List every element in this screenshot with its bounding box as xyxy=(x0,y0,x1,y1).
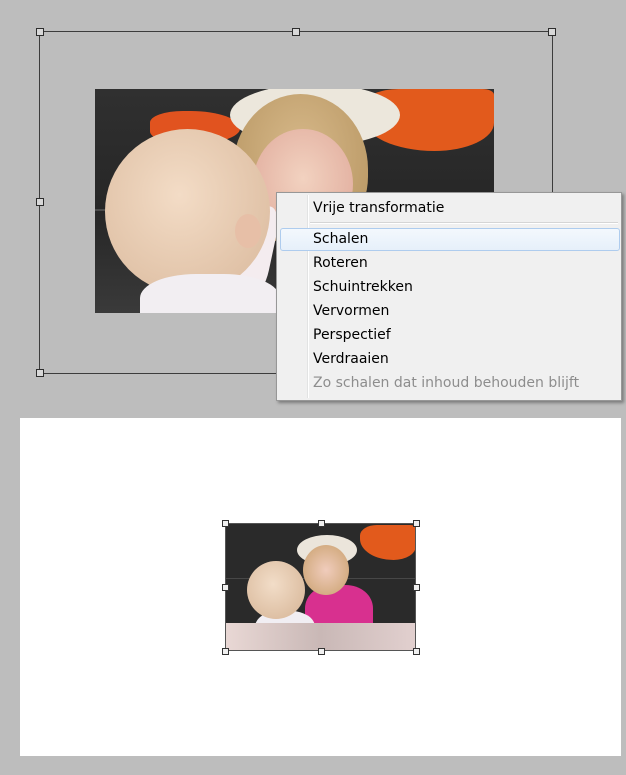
transform-handle-bottom[interactable] xyxy=(318,648,325,655)
menu-item-content-aware-scale: Zo schalen dat inhoud behouden blijft xyxy=(313,375,580,391)
transform-handle-left[interactable] xyxy=(36,198,44,206)
transform-context-menu: Vrije transformatie Schalen Roteren Schu… xyxy=(276,192,622,401)
transform-handle-bottom-left[interactable] xyxy=(222,648,229,655)
menu-item-warp[interactable]: Verdraaien xyxy=(280,348,620,371)
transform-handle-left[interactable] xyxy=(222,584,229,591)
menu-item-scale[interactable]: Schalen xyxy=(280,228,620,251)
transform-handle-top[interactable] xyxy=(292,28,300,36)
transform-handle-top[interactable] xyxy=(318,520,325,527)
transform-bounding-box-small[interactable] xyxy=(225,523,416,651)
menu-item-distort[interactable]: Vervormen xyxy=(280,300,620,323)
menu-separator xyxy=(310,222,618,224)
menu-item-skew[interactable]: Schuintrekken xyxy=(280,276,620,299)
transform-handle-top-left[interactable] xyxy=(222,520,229,527)
transform-handle-top-right[interactable] xyxy=(548,28,556,36)
transform-handle-bottom-left[interactable] xyxy=(36,369,44,377)
transform-handle-top-right[interactable] xyxy=(413,520,420,527)
menu-item-free-transform[interactable]: Vrije transformatie xyxy=(280,197,620,220)
menu-item-rotate[interactable]: Roteren xyxy=(280,252,620,275)
transform-handle-top-left[interactable] xyxy=(36,28,44,36)
menu-item-perspective[interactable]: Perspectief xyxy=(280,324,620,347)
transform-handle-bottom-right[interactable] xyxy=(413,648,420,655)
transform-handle-right[interactable] xyxy=(413,584,420,591)
